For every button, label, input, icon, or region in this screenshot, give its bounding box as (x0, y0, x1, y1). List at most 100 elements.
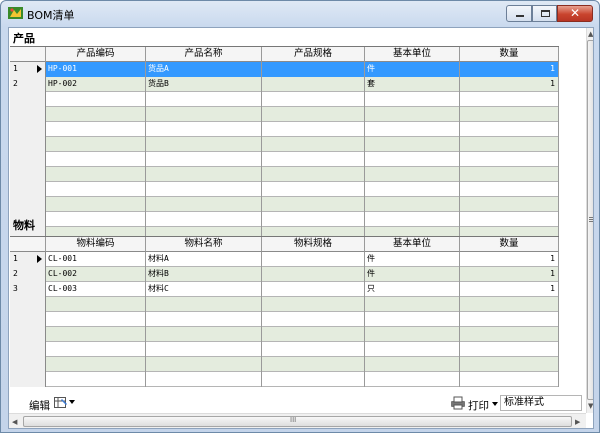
products-cell-code[interactable] (46, 152, 146, 167)
products-row-number[interactable] (10, 92, 46, 107)
products-cell-qty[interactable] (460, 212, 559, 227)
materials-cell-qty[interactable]: 1 (460, 252, 559, 267)
materials-cell-spec[interactable] (262, 342, 365, 357)
materials-column-header[interactable]: 物料规格 (262, 237, 365, 252)
materials-row-number[interactable]: 3 (10, 282, 46, 297)
materials-column-header[interactable]: 基本单位 (365, 237, 460, 252)
materials-cell-name[interactable]: 材料B (146, 267, 262, 282)
materials-row-number[interactable] (10, 312, 46, 327)
materials-row-number[interactable] (10, 327, 46, 342)
maximize-button[interactable] (532, 5, 557, 22)
materials-row-number[interactable] (10, 372, 46, 387)
materials-table-row[interactable] (10, 342, 559, 357)
products-cell-spec[interactable] (262, 122, 365, 137)
products-cell-unit[interactable] (365, 212, 460, 227)
products-cell-code[interactable] (46, 212, 146, 227)
materials-cell-qty[interactable] (460, 357, 559, 372)
materials-cell-code[interactable]: CL-001 (46, 252, 146, 267)
products-cell-code[interactable] (46, 107, 146, 122)
products-column-header[interactable]: 基本单位 (365, 47, 460, 62)
products-table-row[interactable]: 1 HP-001 货品A 件 1 (10, 62, 559, 77)
materials-cell-spec[interactable] (262, 267, 365, 282)
horizontal-scrollbar[interactable]: ◀ III ▶ (9, 413, 586, 428)
materials-table-row[interactable] (10, 327, 559, 342)
products-cell-unit[interactable] (365, 137, 460, 152)
products-cell-name[interactable] (146, 197, 262, 212)
materials-cell-spec[interactable] (262, 297, 365, 312)
products-cell-spec[interactable] (262, 107, 365, 122)
materials-cell-code[interactable]: CL-003 (46, 282, 146, 297)
products-cell-name[interactable]: 货品B (146, 77, 262, 92)
products-cell-spec[interactable] (262, 77, 365, 92)
products-cell-unit[interactable] (365, 152, 460, 167)
materials-corner-cell[interactable] (10, 237, 46, 252)
products-cell-unit[interactable] (365, 167, 460, 182)
products-cell-spec[interactable] (262, 167, 365, 182)
scroll-up-arrow-icon[interactable]: ▲ (588, 30, 593, 38)
products-cell-name[interactable] (146, 152, 262, 167)
materials-column-header[interactable]: 数量 (460, 237, 559, 252)
products-cell-name[interactable] (146, 122, 262, 137)
edit-dropdown-arrow-icon[interactable] (69, 400, 75, 404)
materials-cell-spec[interactable] (262, 282, 365, 297)
products-table-row[interactable] (10, 92, 559, 107)
products-table-row[interactable] (10, 137, 559, 152)
products-cell-spec[interactable] (262, 137, 365, 152)
printer-icon[interactable] (450, 396, 466, 410)
products-cell-code[interactable] (46, 197, 146, 212)
materials-cell-name[interactable] (146, 312, 262, 327)
materials-cell-spec[interactable] (262, 357, 365, 372)
products-cell-qty[interactable] (460, 122, 559, 137)
products-cell-code[interactable] (46, 92, 146, 107)
materials-cell-unit[interactable] (365, 297, 460, 312)
edit-grid-icon[interactable] (54, 397, 68, 409)
materials-cell-name[interactable] (146, 327, 262, 342)
minimize-button[interactable] (506, 5, 532, 22)
print-dropdown-arrow-icon[interactable] (492, 402, 498, 406)
products-table-row[interactable] (10, 122, 559, 137)
products-cell-qty[interactable] (460, 137, 559, 152)
products-cell-qty[interactable] (460, 182, 559, 197)
materials-grid[interactable]: 物料编码 物料名称 物料规格 基本单位 数量 1 CL-001 材料A 件 1 2 CL-002 材料B… (10, 236, 559, 387)
products-table-row[interactable] (10, 107, 559, 122)
products-cell-unit[interactable] (365, 92, 460, 107)
products-cell-unit[interactable] (365, 182, 460, 197)
products-cell-code[interactable]: HP-002 (46, 77, 146, 92)
products-cell-spec[interactable] (262, 212, 365, 227)
products-cell-name[interactable]: 货品A (146, 62, 262, 77)
products-cell-unit[interactable] (365, 107, 460, 122)
products-corner-cell[interactable] (10, 47, 46, 62)
materials-cell-unit[interactable] (365, 372, 460, 387)
materials-table-row[interactable] (10, 357, 559, 372)
products-cell-unit[interactable] (365, 197, 460, 212)
products-table-row[interactable] (10, 182, 559, 197)
products-cell-qty[interactable]: 1 (460, 62, 559, 77)
products-row-number[interactable] (10, 152, 46, 167)
materials-row-number[interactable]: 2 (10, 267, 46, 282)
materials-table-row[interactable]: 1 CL-001 材料A 件 1 (10, 252, 559, 267)
materials-cell-name[interactable] (146, 372, 262, 387)
materials-column-header[interactable]: 物料编码 (46, 237, 146, 252)
materials-table-row[interactable]: 3 CL-003 材料C 只 1 (10, 282, 559, 297)
vertical-scroll-thumb[interactable] (587, 40, 593, 400)
scroll-left-arrow-icon[interactable]: ◀ (12, 418, 17, 426)
materials-cell-spec[interactable] (262, 327, 365, 342)
products-cell-name[interactable] (146, 107, 262, 122)
products-cell-code[interactable] (46, 182, 146, 197)
materials-cell-code[interactable] (46, 297, 146, 312)
products-table-row[interactable] (10, 212, 559, 227)
products-cell-spec[interactable] (262, 182, 365, 197)
products-cell-unit[interactable] (365, 122, 460, 137)
close-button[interactable]: ✕ (557, 5, 593, 22)
products-table-row[interactable] (10, 167, 559, 182)
products-row-number[interactable]: 2 (10, 77, 46, 92)
materials-table-row[interactable] (10, 297, 559, 312)
products-cell-spec[interactable] (262, 197, 365, 212)
products-column-header[interactable]: 产品名称 (146, 47, 262, 62)
materials-row-number[interactable] (10, 342, 46, 357)
products-cell-qty[interactable] (460, 107, 559, 122)
materials-cell-spec[interactable] (262, 372, 365, 387)
style-select[interactable]: 标准样式 (500, 395, 582, 411)
materials-cell-qty[interactable]: 1 (460, 282, 559, 297)
products-cell-code[interactable] (46, 122, 146, 137)
